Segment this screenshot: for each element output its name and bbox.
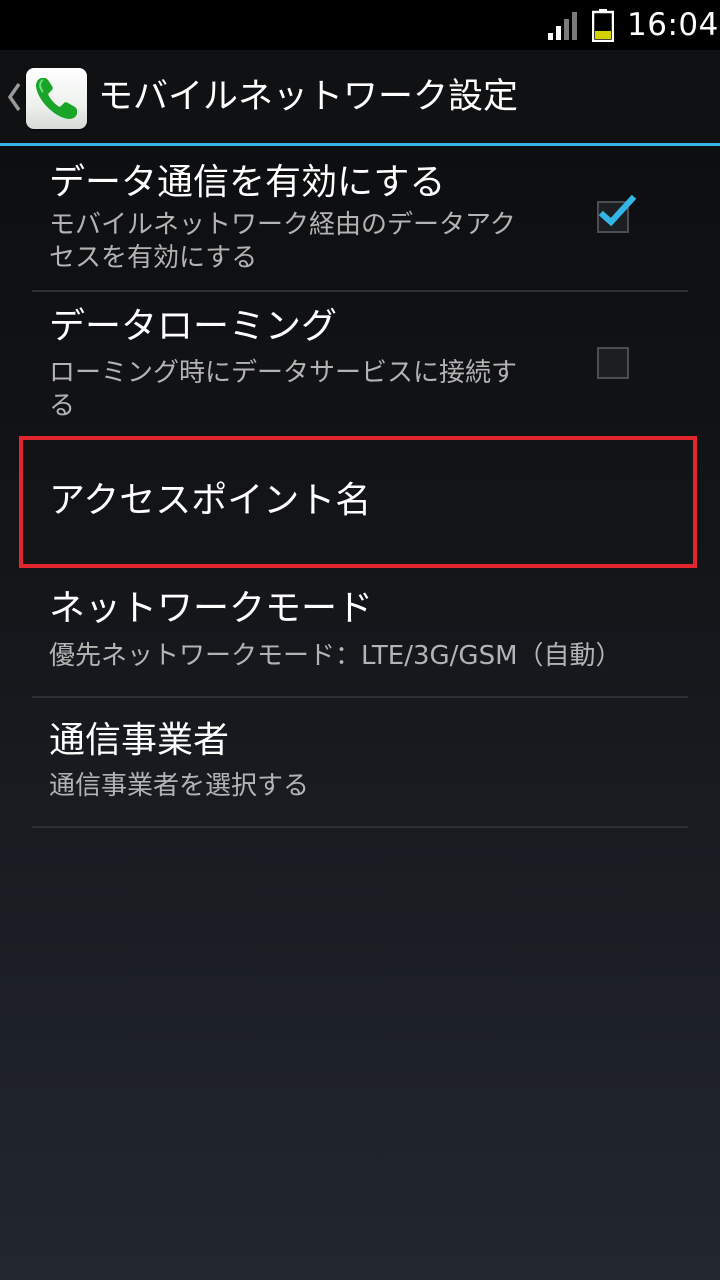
checkmark-icon — [598, 194, 637, 227]
pref-title: 通信事業者 — [49, 720, 230, 761]
divider — [32, 826, 688, 828]
pref-carrier[interactable]: 通信事業者 通信事業者を選択する — [32, 698, 688, 826]
pref-title: データ通信を有効にする — [49, 162, 446, 203]
screen-title: モバイルネットワーク設定 — [98, 77, 519, 117]
data-roaming-checkbox[interactable] — [597, 347, 629, 379]
pref-summary: 優先ネットワークモード：LTE/3G/GSM（自動） — [49, 641, 622, 671]
pref-mobile-data[interactable]: データ通信を有効にする モバイルネットワーク経由のデータアク セスを有効にする — [32, 146, 688, 291]
highlight-frame — [19, 436, 697, 568]
pref-summary: 通信事業者を選択する — [49, 771, 310, 801]
chevron-left-icon — [7, 83, 21, 111]
phone-icon[interactable] — [26, 68, 87, 129]
phone-handset-glyph — [36, 78, 77, 119]
status-clock: 16:04 — [627, 7, 719, 43]
status-bar: 16:04 — [0, 0, 720, 50]
pref-summary-line1: モバイルネットワーク経由のデータアク — [49, 210, 516, 240]
pref-network-mode[interactable]: ネットワークモード 優先ネットワークモード：LTE/3G/GSM（自動） — [32, 572, 688, 696]
battery-icon — [592, 9, 614, 42]
pref-summary-line1: ローミング時にデータサービスに接続す — [49, 358, 518, 388]
mobile-data-checkbox[interactable] — [597, 194, 637, 233]
pref-title: データローミング — [49, 306, 338, 347]
pref-title: ネットワークモード — [49, 588, 374, 629]
pref-summary-line2: セスを有効にする — [49, 243, 258, 273]
pref-summary-line2: る — [49, 391, 76, 421]
pref-data-roaming[interactable]: データローミング ローミング時にデータサービスに接続す る — [32, 292, 688, 434]
signal-icon — [548, 12, 577, 40]
